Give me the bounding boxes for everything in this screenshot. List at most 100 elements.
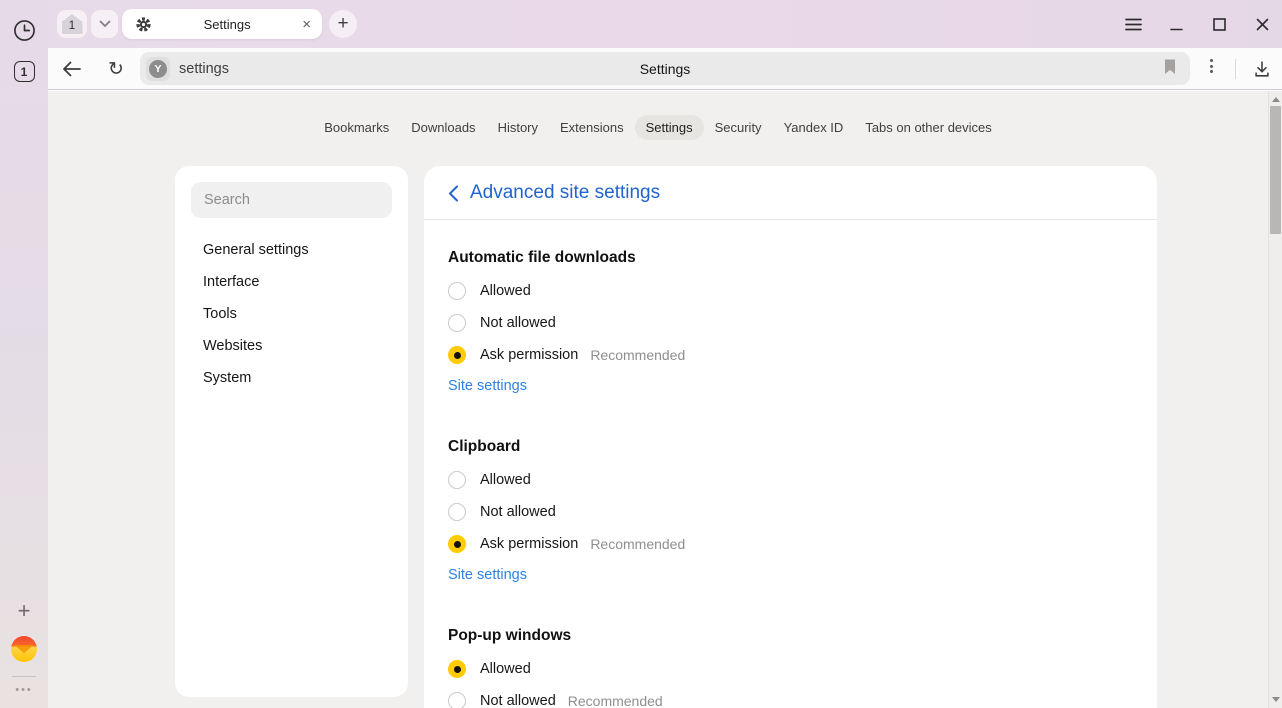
tab-group-dropdown[interactable]	[91, 10, 118, 38]
option-label: Allowed	[480, 472, 531, 488]
radio-unselected-icon[interactable]	[448, 314, 466, 332]
nav-history[interactable]: History	[487, 115, 549, 140]
sidebar-item-general-settings[interactable]: General settings	[175, 234, 408, 266]
address-bar-page-title: Settings	[140, 61, 1190, 77]
advanced-site-settings-card: Advanced site settings Automatic file do…	[424, 166, 1157, 708]
site-settings-link[interactable]: Site settings	[448, 567, 527, 583]
browser-menu-button[interactable]	[1123, 14, 1143, 34]
url-text: settings	[179, 61, 229, 77]
chevron-down-icon	[99, 20, 111, 28]
yandex-mail-button[interactable]	[0, 636, 48, 662]
tab-group-badge[interactable]: 1	[57, 10, 87, 38]
radio-unselected-icon[interactable]	[448, 692, 466, 708]
section-clipboard: Clipboard Allowed Not allowed Ask permis…	[448, 438, 1133, 583]
site-settings-link[interactable]: Site settings	[448, 378, 527, 394]
sidebar-item-system[interactable]: System	[175, 362, 408, 394]
radio-unselected-icon[interactable]	[448, 503, 466, 521]
back-arrow-icon	[62, 61, 82, 77]
toolbar-divider	[1235, 59, 1236, 79]
section-automatic-file-downloads: Automatic file downloads Allowed Not all…	[448, 249, 1133, 394]
settings-nav: Bookmarks Downloads History Extensions S…	[48, 115, 1268, 140]
nav-yandex-id[interactable]: Yandex ID	[773, 115, 855, 140]
section-title: Clipboard	[448, 438, 1133, 456]
history-button[interactable]	[0, 19, 48, 42]
option-label: Ask permission	[480, 536, 578, 552]
close-window-button[interactable]	[1252, 14, 1272, 34]
minimize-icon	[1170, 18, 1183, 31]
radio-option-allowed[interactable]: Allowed	[448, 653, 1133, 685]
new-tab-button[interactable]: +	[329, 10, 357, 38]
back-header[interactable]: Advanced site settings	[424, 166, 1157, 220]
radio-selected-icon[interactable]	[448, 346, 466, 364]
scroll-down-icon[interactable]	[1272, 697, 1280, 702]
bookmark-icon	[1162, 57, 1178, 77]
nav-extensions[interactable]: Extensions	[549, 115, 635, 140]
minimize-button[interactable]	[1166, 14, 1186, 34]
nav-security[interactable]: Security	[704, 115, 773, 140]
radio-option-ask-permission[interactable]: Ask permission Recommended	[448, 339, 1133, 371]
radio-unselected-icon[interactable]	[448, 282, 466, 300]
sidebar-item-websites[interactable]: Websites	[175, 330, 408, 362]
radio-unselected-icon[interactable]	[448, 471, 466, 489]
section-title: Automatic file downloads	[448, 249, 1133, 267]
radio-selected-icon[interactable]	[448, 535, 466, 553]
page-scrollbar[interactable]	[1268, 91, 1282, 708]
tab-count-value: 1	[21, 65, 28, 79]
bookmark-button[interactable]	[1162, 57, 1178, 77]
option-label: Not allowed	[480, 315, 556, 331]
toolbar-more-button[interactable]	[1205, 59, 1217, 73]
nav-downloads[interactable]: Downloads	[400, 115, 486, 140]
radio-option-not-allowed[interactable]: Not allowed	[448, 307, 1133, 339]
sidebar-item-tools[interactable]: Tools	[175, 298, 408, 330]
browser-toolbar: ↻ Y settings Settings	[48, 48, 1282, 90]
back-button[interactable]	[60, 57, 84, 81]
search-input[interactable]	[191, 182, 392, 218]
sidebar-item-interface[interactable]: Interface	[175, 266, 408, 298]
favicon-letter: Y	[154, 63, 161, 75]
browser-side-rail: 1 + •••	[0, 0, 48, 708]
section-title: Pop-up windows	[448, 627, 1133, 645]
recommended-note: Recommended	[568, 693, 663, 708]
radio-option-allowed[interactable]: Allowed	[448, 275, 1133, 307]
radio-option-not-allowed[interactable]: Not allowed Recommended	[448, 685, 1133, 708]
hamburger-icon	[1125, 18, 1142, 31]
recommended-note: Recommended	[590, 347, 685, 363]
scrollbar-thumb[interactable]	[1270, 106, 1281, 234]
window-controls	[1123, 0, 1272, 48]
rail-more-button[interactable]: •••	[0, 684, 48, 696]
kebab-icon	[1210, 59, 1213, 62]
settings-sidebar-panel: General settings Interface Tools Website…	[175, 166, 408, 697]
browser-tab-settings[interactable]: Settings ×	[122, 9, 322, 39]
radio-option-ask-permission[interactable]: Ask permission Recommended	[448, 528, 1133, 560]
nav-bookmarks[interactable]: Bookmarks	[313, 115, 400, 140]
page-title: Advanced site settings	[470, 182, 660, 204]
gear-icon	[135, 16, 152, 33]
tab-close-icon[interactable]: ×	[302, 17, 311, 32]
radio-option-allowed[interactable]: Allowed	[448, 464, 1133, 496]
downloads-button[interactable]	[1250, 57, 1274, 81]
settings-sections: Automatic file downloads Allowed Not all…	[424, 249, 1157, 708]
maximize-button[interactable]	[1209, 14, 1229, 34]
chevron-left-icon	[448, 185, 459, 202]
radio-option-not-allowed[interactable]: Not allowed	[448, 496, 1133, 528]
settings-menu: General settings Interface Tools Website…	[175, 234, 408, 394]
scroll-up-icon[interactable]	[1272, 97, 1280, 102]
more-dots-icon: •••	[15, 684, 33, 696]
option-label: Allowed	[480, 283, 531, 299]
yandex-mail-icon	[11, 636, 37, 662]
radio-selected-icon[interactable]	[448, 660, 466, 678]
tab-title: Settings	[152, 17, 302, 32]
nav-tabs-other-devices[interactable]: Tabs on other devices	[854, 115, 1002, 140]
rail-add-button[interactable]: +	[0, 598, 48, 624]
tab-count-button[interactable]: 1	[0, 61, 48, 82]
address-bar[interactable]: Y settings Settings	[140, 52, 1190, 85]
download-icon	[1252, 59, 1272, 79]
reload-button[interactable]: ↻	[104, 57, 128, 81]
tab-strip: 1 Settings × +	[48, 0, 1282, 48]
plus-icon: +	[18, 598, 31, 624]
tab-group-count: 1	[69, 20, 75, 32]
site-badge[interactable]: Y	[146, 57, 170, 81]
nav-settings[interactable]: Settings	[635, 115, 704, 140]
plus-icon: +	[337, 13, 348, 35]
option-label: Not allowed	[480, 504, 556, 520]
